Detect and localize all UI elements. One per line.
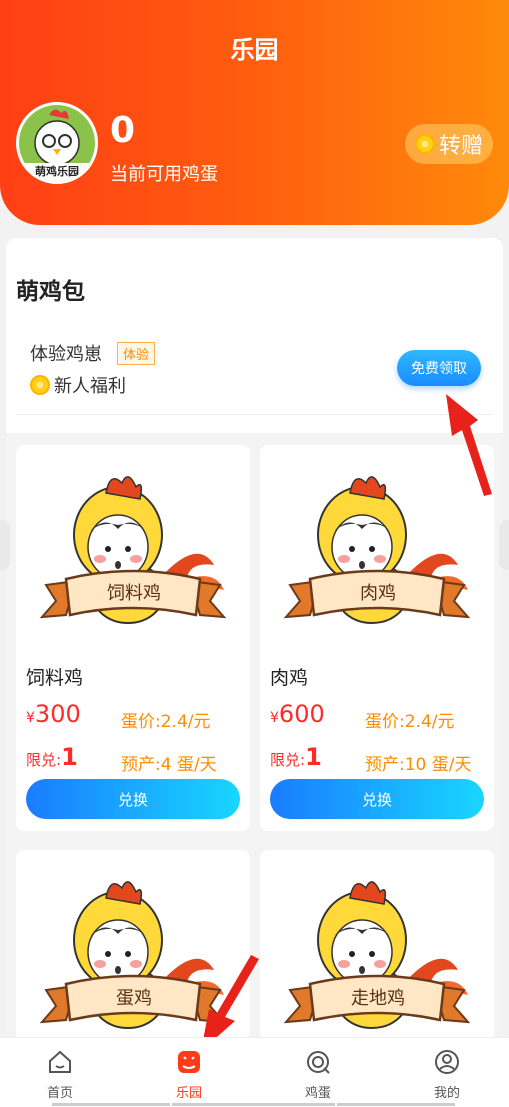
free-claim-button[interactable]: 免费领取 <box>397 350 481 386</box>
coin-icon <box>30 375 50 395</box>
limit-value: 1 <box>305 743 322 771</box>
avatar-caption: 萌鸡乐园 <box>35 165 79 178</box>
egg-count-label: 当前可用鸡蛋 <box>110 164 218 185</box>
product-name: 肉鸡 <box>270 667 309 689</box>
product-card[interactable]: 饲料鸡 饲料鸡 ¥300 蛋价:2.4/元 限兑:1 预产:4 蛋/天 兑换 <box>16 445 250 831</box>
limit: 限兑:1 <box>270 743 322 771</box>
price-value: 300 <box>34 700 81 728</box>
transfer-button-label: 转赠 <box>438 134 483 159</box>
product-card[interactable]: 肉鸡 肉鸡 ¥600 蛋价:2.4/元 限兑:1 预产:10 蛋/天 兑换 <box>260 445 494 831</box>
transfer-button[interactable]: 转赠 <box>405 124 493 164</box>
egg-icon <box>307 1051 330 1074</box>
price-currency: ¥ <box>26 710 35 726</box>
limit-label: 限兑: <box>26 751 62 769</box>
egg-price: 蛋价:2.4/元 <box>365 712 455 732</box>
tab-label: 乐园 <box>175 1086 202 1101</box>
tab-label: 鸡蛋 <box>304 1086 331 1101</box>
trial-chick-name: 体验鸡崽 <box>30 344 102 365</box>
tab-label: 首页 <box>46 1086 73 1101</box>
tab-label: 我的 <box>433 1086 460 1101</box>
expected-yield: 预产:4 蛋/天 <box>121 755 217 775</box>
tab-home[interactable]: 首页 <box>25 1048 95 1101</box>
product-banner-text: 饲料鸡 <box>107 583 161 604</box>
limit: 限兑:1 <box>26 743 78 771</box>
avatar[interactable]: 萌鸡乐园 <box>16 102 98 184</box>
page-title: 乐园 <box>230 36 279 64</box>
product-name: 饲料鸡 <box>26 667 84 689</box>
trial-benefit: 新人福利 <box>30 372 126 398</box>
divider <box>172 1103 335 1106</box>
scroll-left-handle[interactable] <box>0 520 10 570</box>
egg-price: 蛋价:2.4/元 <box>121 712 211 732</box>
exchange-button[interactable]: 兑换 <box>26 779 240 819</box>
park-icon <box>178 1051 200 1073</box>
exchange-button[interactable]: 兑换 <box>270 779 484 819</box>
chick-illustration <box>36 465 230 645</box>
expected-yield: 预产:10 蛋/天 <box>365 755 472 775</box>
price-currency: ¥ <box>270 710 279 726</box>
product-banner-text: 肉鸡 <box>360 583 396 604</box>
annotation-arrow-icon <box>446 394 492 496</box>
tab-park[interactable]: 乐园 <box>154 1048 224 1101</box>
home-icon <box>49 1050 71 1073</box>
product-card[interactable]: 走地鸡 <box>260 850 494 1040</box>
tab-egg[interactable]: 鸡蛋 <box>283 1048 353 1101</box>
divider <box>52 1103 170 1106</box>
scroll-right-handle[interactable] <box>499 520 509 570</box>
product-price: ¥600 <box>270 700 325 728</box>
tab-profile[interactable]: 我的 <box>412 1048 482 1101</box>
limit-value: 1 <box>61 743 78 771</box>
profile-icon <box>435 1050 459 1074</box>
divider <box>16 414 493 415</box>
limit-label: 限兑: <box>270 751 306 769</box>
product-banner-text: 蛋鸡 <box>116 988 152 1009</box>
egg-count: 0 <box>110 110 136 151</box>
bottom-tab-bar: 首页 乐园 鸡蛋 我的 <box>0 1037 509 1107</box>
divider <box>337 1103 455 1106</box>
product-banner-text: 走地鸡 <box>351 988 405 1009</box>
trial-benefit-label: 新人福利 <box>54 376 126 397</box>
trial-badge: 体验 <box>117 342 156 365</box>
product-price: ¥300 <box>26 700 81 728</box>
price-value: 600 <box>278 700 325 728</box>
chick-illustration <box>280 870 474 1050</box>
coin-icon <box>414 134 435 154</box>
section-title: 萌鸡包 <box>16 279 85 305</box>
